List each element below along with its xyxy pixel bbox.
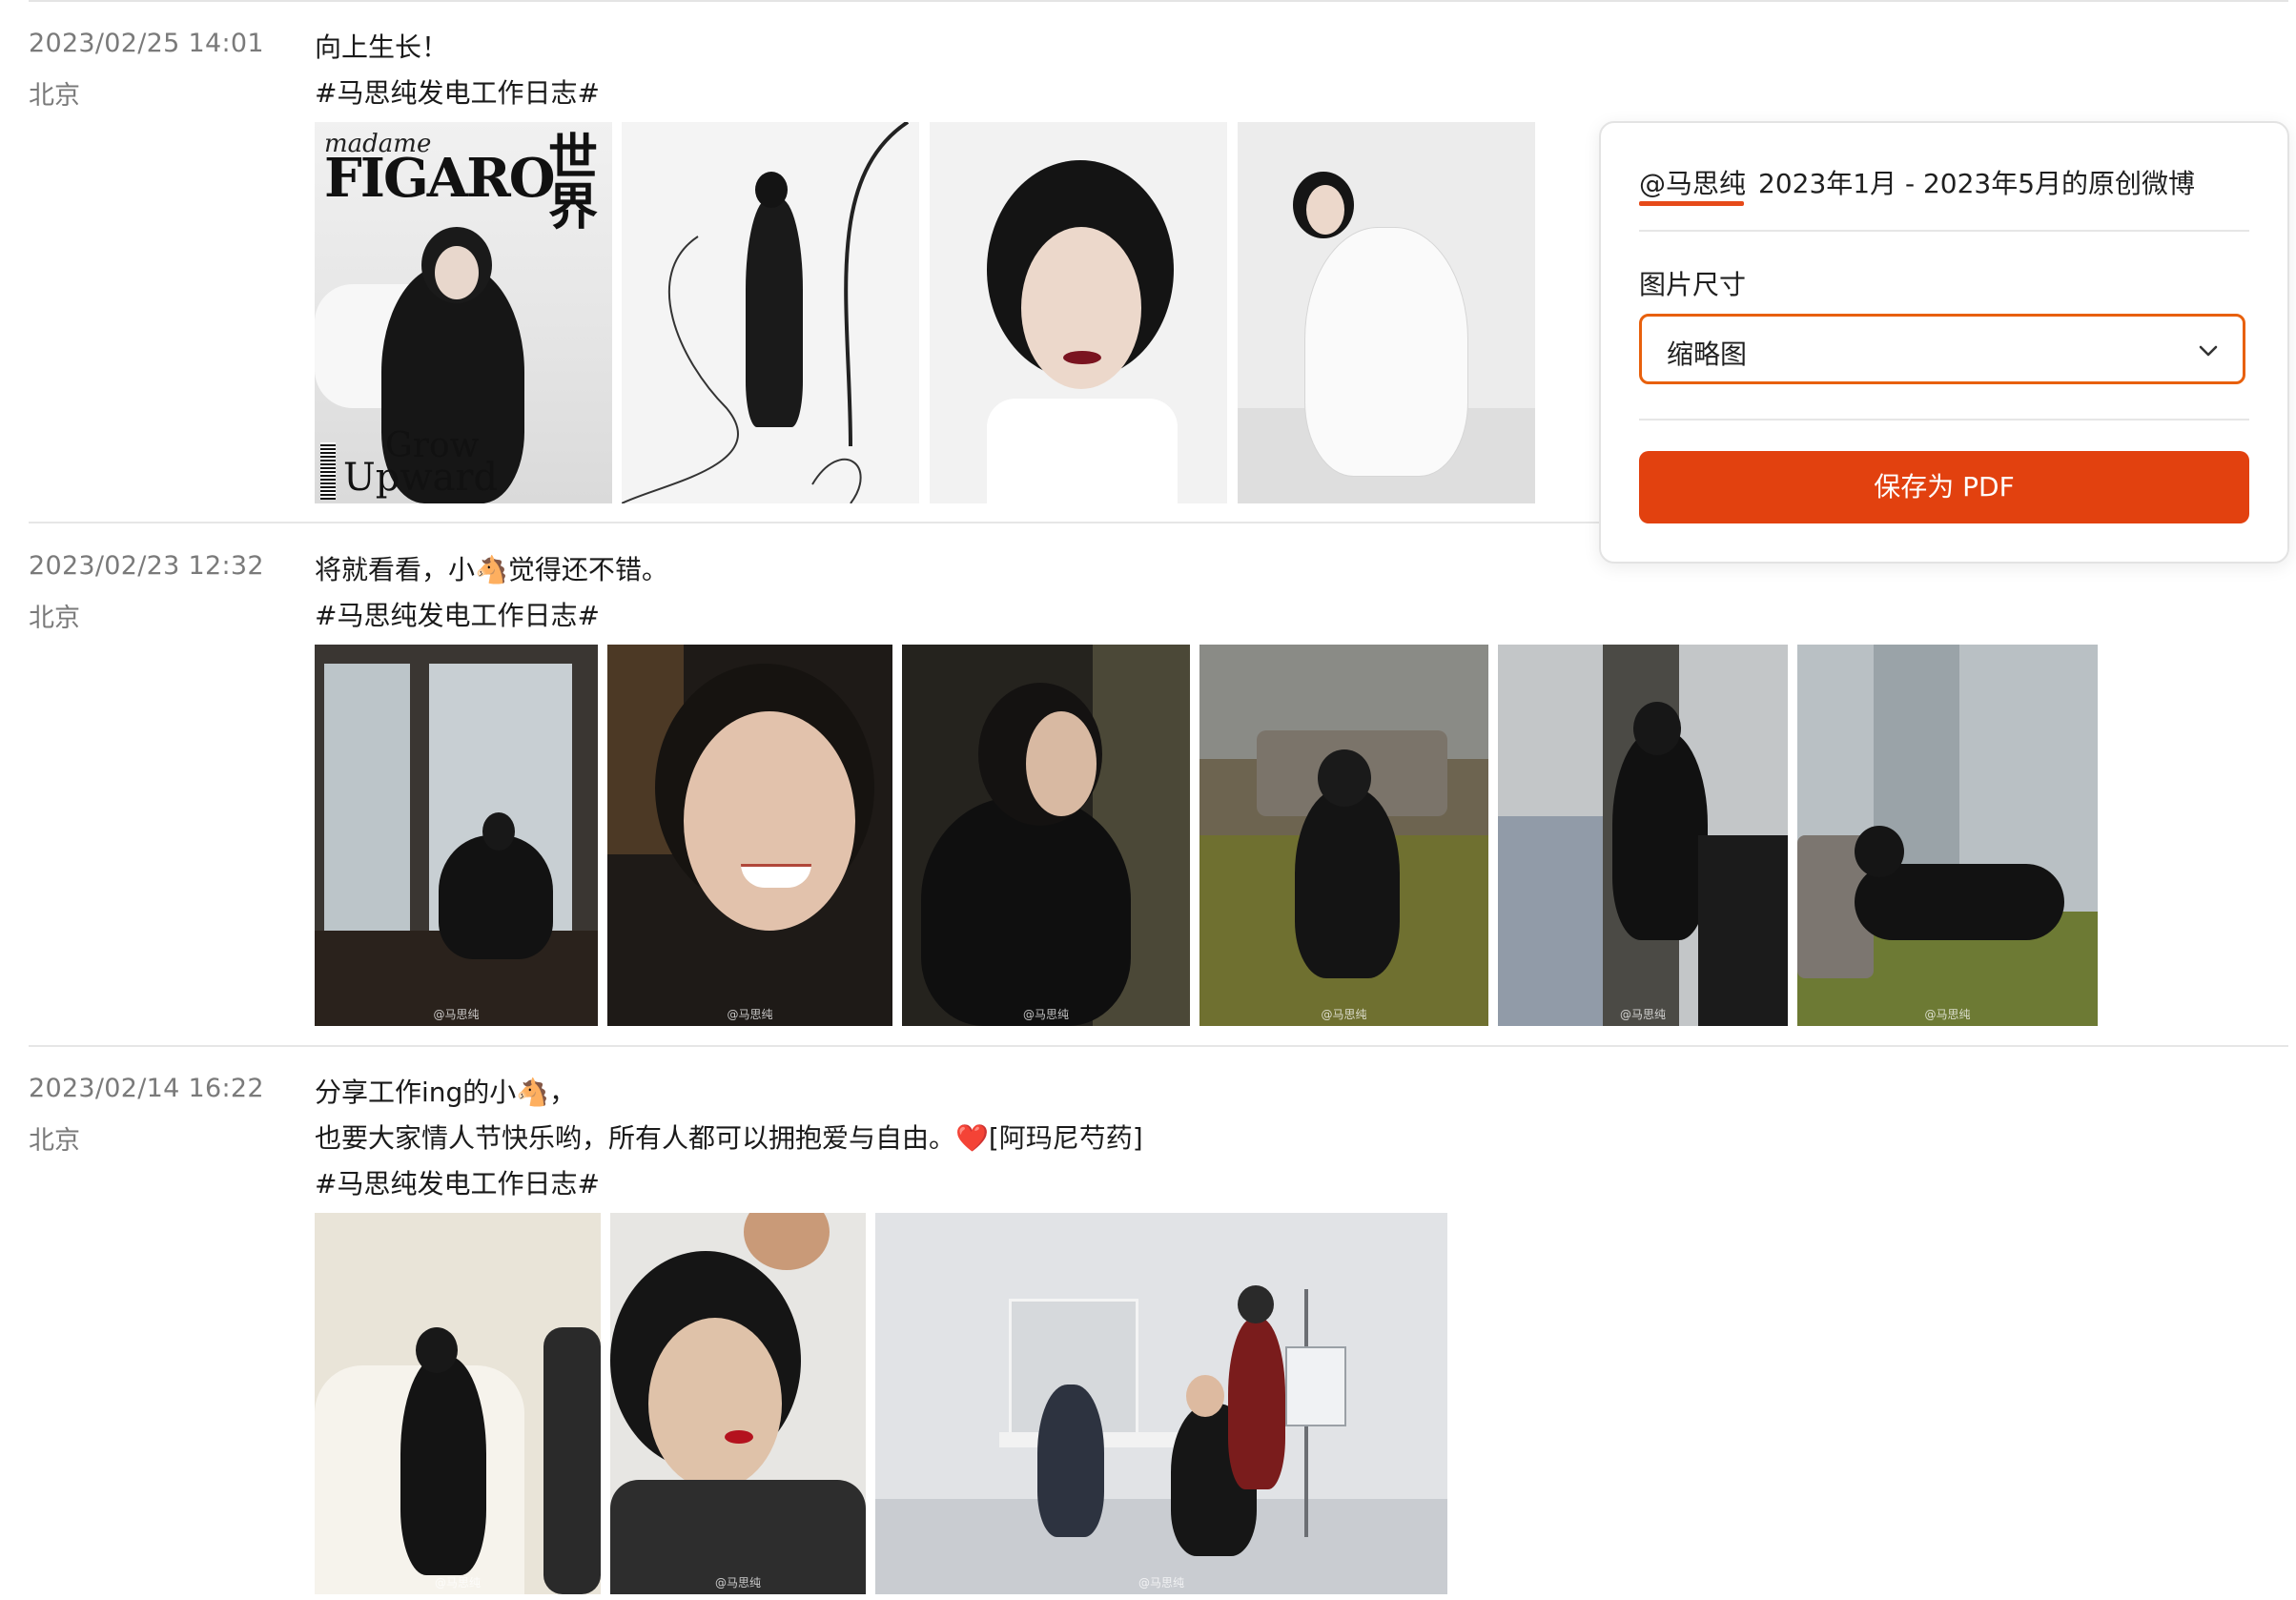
- image-size-label: 图片尺寸: [1639, 269, 1747, 300]
- post-text-line: 也要大家情人节快乐哟，所有人都可以拥抱爱与自由。❤️[阿玛尼芍药]: [315, 1122, 1143, 1154]
- post-time: 2023/02/23 12:32: [29, 551, 264, 581]
- panel-user-link[interactable]: @马思纯: [1639, 163, 1746, 201]
- post-image[interactable]: @马思纯: [315, 645, 598, 1026]
- image-watermark: @马思纯: [1321, 1008, 1367, 1021]
- post-image[interactable]: @马思纯: [1199, 645, 1488, 1026]
- user-underline: [1639, 201, 1744, 206]
- image-size-value: 缩略图: [1667, 338, 1748, 370]
- cover-title-cn: 世界: [547, 130, 598, 236]
- post-divider: [29, 1045, 2288, 1047]
- post-time: 2023/02/14 16:22: [29, 1074, 264, 1103]
- top-divider: [29, 0, 2288, 2]
- post-text-line: 将就看看，小🐴觉得还不错。: [315, 554, 668, 585]
- post-hashtag[interactable]: #马思纯发电工作日志#: [315, 1163, 600, 1201]
- panel-divider: [1639, 230, 2249, 232]
- post-image[interactable]: [622, 122, 919, 503]
- image-watermark: @马思纯: [1924, 1008, 1971, 1021]
- post-image[interactable]: @马思纯: [610, 1213, 866, 1594]
- cover-headline: Upward: [343, 456, 499, 500]
- post-hashtag[interactable]: #马思纯发电工作日志#: [315, 72, 600, 111]
- image-watermark: @马思纯: [1619, 1008, 1666, 1021]
- post-image[interactable]: @马思纯: [875, 1213, 1447, 1594]
- post-location: 北京: [29, 1126, 80, 1156]
- post-image[interactable]: [930, 122, 1227, 503]
- image-watermark: @马思纯: [1138, 1576, 1184, 1590]
- post-image[interactable]: @马思纯: [607, 645, 892, 1026]
- post-image[interactable]: madame FIGARO 世界 Grow Upward: [315, 122, 612, 503]
- image-watermark: @马思纯: [1022, 1008, 1069, 1021]
- image-watermark: @马思纯: [727, 1008, 773, 1021]
- post-image[interactable]: @马思纯: [902, 645, 1190, 1026]
- export-panel: @马思纯 2023年1月 - 2023年5月的原创微博 图片尺寸 缩略图 保存为…: [1599, 121, 2289, 564]
- post-text-line: 分享工作ing的小🐴，: [315, 1077, 577, 1108]
- image-size-select[interactable]: 缩略图: [1639, 314, 2245, 384]
- image-watermark: @马思纯: [714, 1576, 761, 1590]
- chevron-down-icon: [2199, 345, 2218, 357]
- post-image[interactable]: [1238, 122, 1535, 503]
- panel-divider: [1639, 419, 2249, 421]
- image-watermark: @马思纯: [433, 1008, 480, 1021]
- panel-date-range: 2023年1月 - 2023年5月的原创微博: [1758, 168, 2196, 199]
- post-location: 北京: [29, 604, 80, 633]
- post-time: 2023/02/25 14:01: [29, 29, 264, 58]
- post-image[interactable]: @马思纯: [1498, 645, 1788, 1026]
- barcode: [320, 442, 336, 500]
- image-watermark: @马思纯: [434, 1576, 481, 1590]
- post-hashtag[interactable]: #马思纯发电工作日志#: [315, 595, 600, 633]
- post-image[interactable]: @马思纯: [1797, 645, 2098, 1026]
- cover-title: FIGARO: [324, 147, 556, 210]
- post-location: 北京: [29, 81, 80, 111]
- post-text-line: 向上生长！: [315, 31, 449, 63]
- page: 2023/02/25 14:01 北京 向上生长！ #马思纯发电工作日志# ma…: [0, 0, 2296, 1600]
- post-image[interactable]: @马思纯: [315, 1213, 601, 1594]
- save-pdf-button[interactable]: 保存为 PDF: [1639, 451, 2249, 523]
